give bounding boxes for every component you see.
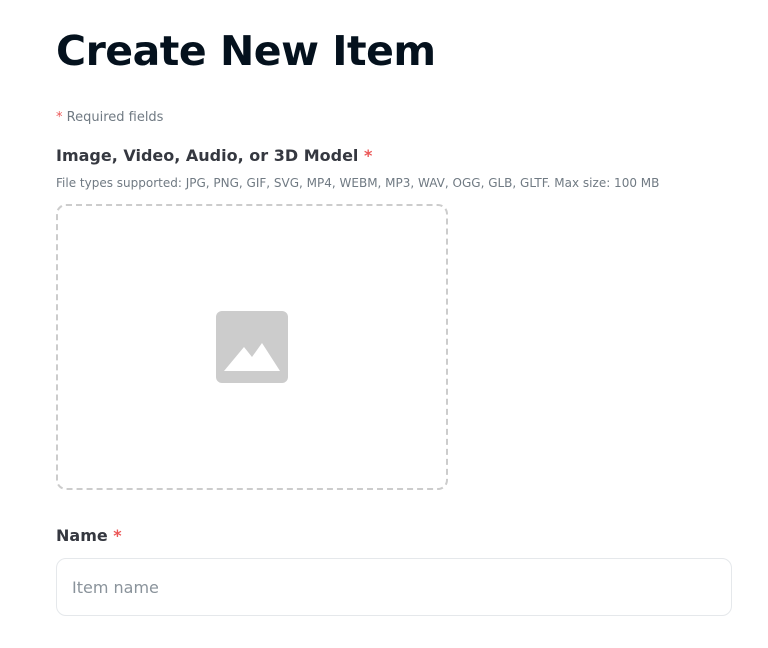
item-name-input[interactable]: [56, 558, 732, 616]
media-upload-dropzone[interactable]: [56, 204, 448, 490]
media-required-asterisk: *: [363, 146, 373, 165]
media-field-label: Image, Video, Audio, or 3D Model *: [56, 146, 372, 166]
page-title: Create New Item: [56, 27, 436, 75]
file-types-supported: File types supported: JPG, PNG, GIF, SVG…: [56, 176, 660, 190]
image-placeholder-icon: [216, 311, 288, 383]
required-asterisk: *: [56, 110, 63, 125]
required-fields-note: * Required fields: [56, 110, 163, 126]
media-label-text: Image, Video, Audio, or 3D Model: [56, 146, 359, 165]
name-field-label: Name *: [56, 526, 122, 546]
name-required-asterisk: *: [113, 526, 122, 545]
required-fields-text: Required fields: [66, 110, 164, 125]
name-label-text: Name: [56, 526, 108, 545]
